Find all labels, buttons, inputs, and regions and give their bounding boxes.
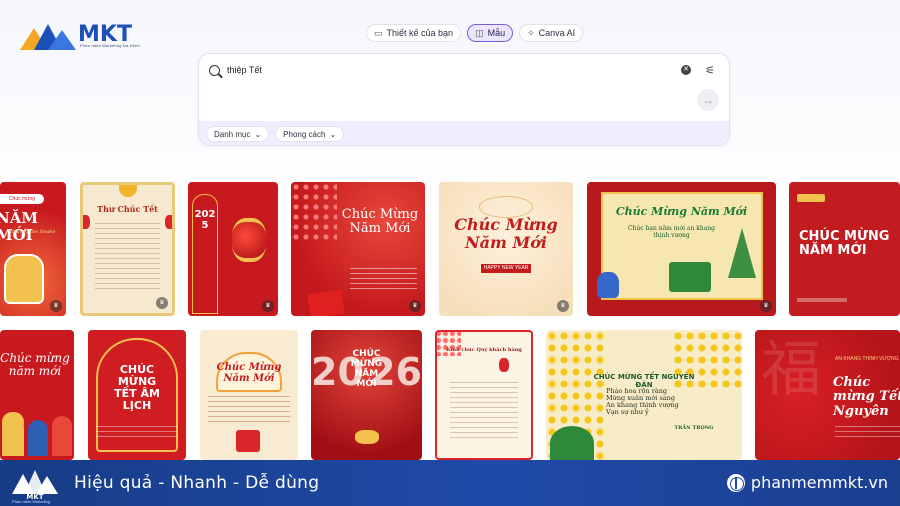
lantern-decoration — [165, 215, 172, 229]
card-title: CHÚC MỪNG NĂM MỚI — [350, 349, 383, 389]
tab-canva-ai[interactable]: ✧ Canva AI — [519, 24, 584, 42]
premium-crown-icon: ♛ — [50, 300, 62, 312]
template-card[interactable]: 福 AN KHANG THỊNH VƯỢNG Chúc mừng Tết Ngu… — [755, 330, 900, 460]
card-title: Chúc Mừng Năm Mới — [454, 215, 558, 252]
tab-label: Mẫu — [487, 28, 506, 38]
card-footer-text — [797, 298, 847, 302]
premium-crown-icon: ♛ — [760, 300, 772, 312]
footer-website-link[interactable]: phanmemmkt.vn — [726, 473, 888, 492]
card-body-text — [835, 426, 900, 440]
blossom-decoration — [291, 182, 337, 242]
envelope-decoration — [307, 289, 345, 316]
card-title: Chúc mừng Tết Nguyên — [833, 375, 900, 419]
website-label: phanmemmkt.vn — [750, 473, 888, 492]
submit-search-button[interactable]: → — [697, 89, 719, 111]
template-card[interactable]: CHÚC MỪNG TẾT NGUYÊN ĐÁN Pháo hoa rộn rà… — [546, 330, 742, 460]
premium-crown-icon: ♛ — [156, 297, 168, 309]
template-card[interactable]: Chúc mừng NĂM MỚI Year of the Snake ♛ — [0, 182, 66, 316]
letter-body-text — [450, 382, 518, 442]
card-title: NĂM MỚI — [0, 209, 38, 244]
banh-chung-illustration — [669, 262, 711, 292]
card-title: Chúc Mừng Năm Mới — [615, 205, 748, 218]
tab-your-designs[interactable]: ▭ Thiết kế của bạn — [366, 24, 462, 42]
card-body-text — [95, 426, 179, 440]
premium-crown-icon: ♛ — [262, 300, 274, 312]
card-subtitle: HAPPY NEW YEAR — [481, 264, 531, 273]
card-title: Chúc mừng năm mới — [0, 351, 70, 379]
template-card[interactable]: Chúc Mừng Năm Mới HAPPY NEW YEAR ♛ — [439, 182, 573, 316]
footer-slogan: Hiệu quả - Nhanh - Dễ dùng — [74, 473, 320, 493]
chevron-down-icon: ⌄ — [329, 129, 337, 139]
people-illustration — [28, 420, 48, 456]
sliders-icon[interactable]: ⚟ — [705, 64, 715, 77]
vase-illustration — [597, 272, 619, 298]
mkt-logo-icon — [20, 24, 76, 50]
tab-templates[interactable]: ◫ Mẫu — [467, 24, 514, 42]
search-panel: ✕ ⚟ → Danh mục ⌄ Phong cách ⌄ — [198, 53, 730, 146]
globe-icon — [726, 473, 745, 492]
card-badge: Chúc mừng — [0, 194, 44, 204]
filter-category-dropdown[interactable]: Danh mục ⌄ — [206, 126, 270, 142]
tab-label: Thiết kế của bạn — [386, 28, 454, 38]
sun-decoration — [119, 185, 137, 197]
search-input[interactable] — [227, 65, 627, 75]
card-title: CHÚC MỪNG TẾT ÂM LỊCH — [114, 363, 160, 413]
premium-crown-icon: ♛ — [557, 300, 569, 312]
card-title: Kính chúc Quý khách hàng — [446, 347, 522, 353]
people-illustration — [2, 412, 24, 456]
card-body-text — [349, 268, 417, 292]
template-card[interactable]: Chúc mừng năm mới — [0, 330, 74, 460]
letter-body-text — [95, 223, 160, 293]
template-card[interactable]: Thư Chúc Tết ♛ — [80, 182, 175, 316]
template-card[interactable]: Chúc Mừng Năm Mới ♛ — [291, 182, 425, 316]
template-card[interactable]: Kính chúc Quý khách hàng — [435, 330, 533, 460]
card-title: Chúc Mừng Năm Mới — [341, 207, 419, 237]
template-card[interactable]: 20 26 CHÚC MỪNG NĂM MỚI — [311, 330, 422, 460]
card-title: Chúc Mừng Năm Mới — [216, 362, 282, 384]
tag-decoration — [797, 194, 825, 202]
card-title: Thư Chúc Tết — [97, 204, 158, 214]
card-signature: TRẦN TRỌNG — [674, 425, 714, 431]
footer-logo-tagline: Phần mềm Marketing — [12, 499, 51, 504]
card-verse: Pháo hoa rộn ràng Mừng xuân mới sang An … — [606, 387, 679, 417]
card-body-text — [207, 396, 291, 422]
template-card[interactable]: CHÚC MỪNG TẾT ÂM LỊCH — [88, 330, 186, 460]
lantern-decoration — [232, 218, 266, 262]
horse-figure-illustration — [355, 430, 379, 444]
filter-label: Phong cách — [283, 129, 326, 139]
clear-search-icon[interactable]: ✕ — [681, 65, 691, 75]
template-card[interactable]: Chúc Mừng Năm Mới Chúc bạn năm mới an kh… — [587, 182, 776, 316]
top-tabs: ▭ Thiết kế của bạn ◫ Mẫu ✧ Canva AI — [366, 24, 584, 42]
premium-crown-icon: ♛ — [409, 300, 421, 312]
lion-dance-illustration — [4, 254, 44, 304]
card-title: 2025 — [194, 209, 216, 231]
card-badge: AN KHANG THỊNH VƯỢNG — [835, 356, 899, 362]
template-card[interactable]: CHÚC MỪNG NĂM MỚI — [789, 182, 900, 316]
search-icon — [209, 65, 220, 76]
lantern-decoration — [83, 215, 90, 229]
card-title: CHÚC MỪNG NĂM MỚI — [799, 229, 890, 259]
template-icon: ◫ — [475, 27, 484, 38]
kumquat-tree-illustration — [550, 426, 594, 460]
card-subtitle: Year of the Snake — [10, 229, 56, 235]
filter-style-dropdown[interactable]: Phong cách ⌄ — [275, 126, 345, 142]
card-subtitle: Chúc bạn năm mới an khang thịnh vượng — [627, 225, 716, 239]
template-card[interactable]: 2025 ♛ — [188, 182, 278, 316]
lantern-decoration — [499, 358, 509, 372]
people-illustration — [52, 416, 72, 456]
chevron-down-icon: ⌄ — [254, 129, 262, 139]
template-card[interactable]: Chúc Mừng Năm Mới — [200, 330, 298, 460]
footer-banner: MKT Phần mềm Marketing Hiệu quả - Nhanh … — [0, 460, 900, 506]
calligraphy-watermark: 福 — [761, 336, 821, 403]
envelope-decoration — [236, 430, 260, 452]
folder-icon: ▭ — [374, 27, 383, 38]
mkt-footer-logo-icon: MKT — [12, 470, 58, 500]
sparkle-icon: ✧ — [527, 27, 535, 38]
brand-tagline: Phần mềm Marketing Đa Kênh — [80, 43, 140, 48]
filter-label: Danh mục — [214, 129, 251, 139]
tab-label: Canva AI — [538, 28, 576, 38]
